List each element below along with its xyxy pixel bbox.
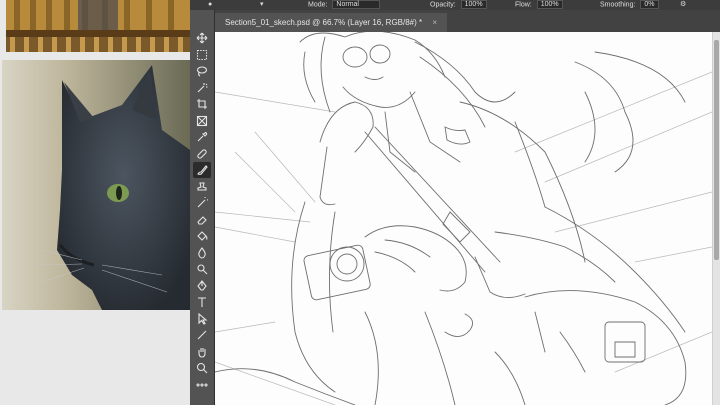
brush-icon	[197, 165, 208, 175]
opacity-label: Opacity:	[430, 1, 456, 9]
clone-stamp-tool[interactable]	[193, 179, 211, 195]
brush-preset-icon[interactable]: ●	[208, 0, 212, 10]
reference-photo-cat	[2, 60, 190, 310]
eyedropper-tool[interactable]	[193, 129, 211, 145]
options-bar: ● ▾ Mode: Normal Opacity: 100% Flow: 100…	[190, 0, 720, 10]
lasso-icon	[196, 66, 208, 77]
flow-field[interactable]: 100%	[536, 0, 563, 9]
zoom-icon	[196, 362, 208, 374]
eraser-icon	[197, 215, 207, 225]
smoothing-field[interactable]: 0%	[640, 0, 659, 9]
settings-gear-icon[interactable]: ⚙	[680, 0, 686, 10]
brush-tool[interactable]	[193, 162, 211, 178]
pen-tool[interactable]	[193, 278, 211, 294]
arrow-icon	[198, 312, 208, 325]
tools-panel	[190, 10, 215, 405]
move-icon	[196, 32, 208, 44]
dodge-icon	[197, 264, 208, 275]
reference-photo-fence	[6, 0, 190, 52]
hand-icon	[198, 347, 206, 358]
more-tools[interactable]	[193, 377, 211, 393]
flow-label: Flow:	[515, 1, 532, 9]
pen-icon	[197, 279, 207, 291]
zoom-tool[interactable]	[193, 360, 211, 376]
bucket-icon	[197, 231, 208, 241]
options-pressure-icon[interactable]: ▾	[260, 0, 264, 10]
crop-icon	[197, 99, 207, 109]
paint-bucket-tool[interactable]	[193, 228, 211, 244]
document-canvas[interactable]	[215, 32, 712, 405]
marquee-tool[interactable]	[193, 47, 211, 63]
magic-wand-tool[interactable]	[193, 80, 211, 96]
line-icon	[197, 330, 207, 340]
history-brush-tool[interactable]	[193, 195, 211, 211]
frame-tool[interactable]	[193, 113, 211, 129]
vertical-scrollbar-thumb[interactable]	[714, 40, 719, 260]
document-tab-strip: Section5_01_skech.psd @ 66.7% (Layer 16,…	[215, 10, 720, 32]
move-tool[interactable]	[193, 30, 211, 46]
eraser-tool[interactable]	[193, 212, 211, 228]
marquee-icon	[196, 49, 208, 60]
document-tab[interactable]: Section5_01_skech.psd @ 66.7% (Layer 16,…	[215, 13, 448, 32]
vertical-scrollbar[interactable]	[712, 32, 720, 405]
ellipsis-icon	[196, 382, 208, 387]
magic-wand-icon	[197, 82, 208, 92]
document-tab-title: Section5_01_skech.psd @ 66.7% (Layer 16,…	[225, 18, 423, 27]
mode-dropdown[interactable]: Normal	[332, 0, 381, 9]
blur-tool[interactable]	[193, 245, 211, 261]
close-icon[interactable]: ×	[432, 18, 437, 27]
frame-icon	[196, 115, 208, 126]
sketch-artwork	[215, 32, 712, 405]
hand-tool[interactable]	[193, 344, 211, 360]
opacity-field[interactable]: 100%	[460, 0, 487, 9]
smoothing-label: Smoothing:	[600, 1, 636, 9]
path-selection-tool[interactable]	[193, 311, 211, 327]
type-tool[interactable]	[193, 294, 211, 310]
eyedropper-icon	[197, 131, 208, 142]
drop-icon	[198, 246, 206, 259]
crop-tool[interactable]	[193, 96, 211, 112]
mode-label: Mode:	[308, 1, 328, 9]
line-tool[interactable]	[193, 327, 211, 343]
history-brush-icon	[197, 197, 208, 208]
healing-brush-tool[interactable]	[193, 146, 211, 162]
bandage-icon	[197, 148, 207, 159]
type-icon	[198, 297, 206, 307]
stamp-icon	[197, 181, 207, 191]
reference-panel	[0, 0, 190, 405]
lasso-tool[interactable]	[193, 63, 211, 79]
dodge-tool[interactable]	[193, 261, 211, 277]
